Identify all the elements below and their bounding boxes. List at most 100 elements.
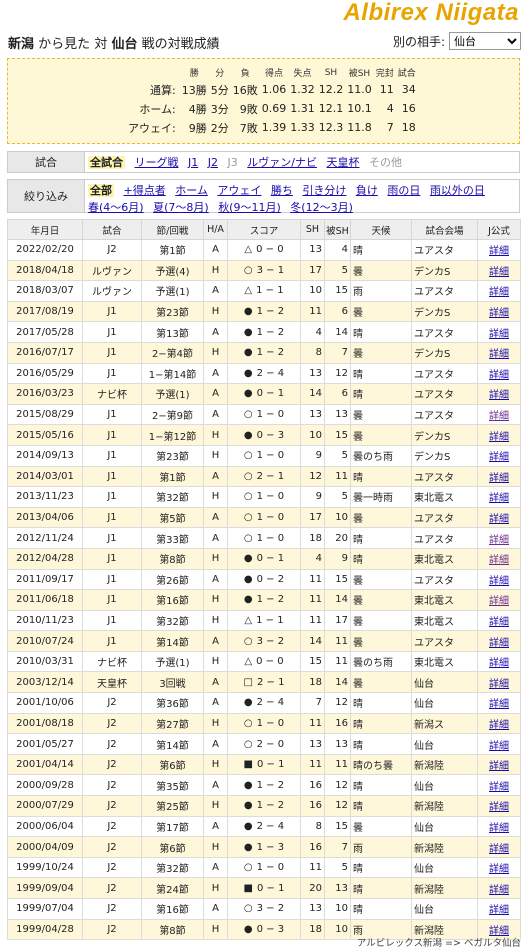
cell-date: 2013/11/23 [7, 486, 83, 508]
detail-link[interactable]: 詳細 [489, 617, 509, 628]
detail-link[interactable]: 詳細 [489, 576, 509, 587]
col-header-competition: 試合 [82, 219, 142, 240]
filter-levain-nabisco[interactable]: ルヴァン/ナビ [247, 156, 317, 169]
cell-venue: 東北電ス [411, 650, 478, 673]
narrow-filter-link[interactable]: 負け [356, 184, 378, 197]
cell-weather: 晴 [350, 774, 412, 797]
detail-link[interactable]: 詳細 [489, 679, 509, 690]
narrow-filter-link[interactable]: 冬(12〜3月) [290, 201, 353, 214]
detail-link[interactable]: 詳細 [489, 246, 509, 257]
narrow-filter-link[interactable]: 秋(9〜11月) [218, 201, 281, 214]
cell-competition: J2 [82, 918, 142, 941]
results-header-row: 年月日 試合 節/回戦 H/A スコア SH 被SH 天候 試合会場 J公式 [7, 219, 521, 240]
filter-all[interactable]: 全部 [88, 184, 114, 197]
cell-shots: 13 [300, 362, 325, 385]
narrow-filter-link[interactable]: 夏(7〜8月) [153, 201, 209, 214]
detail-link[interactable]: 詳細 [489, 844, 509, 855]
cell-weather: 曇 [350, 259, 412, 282]
filter-j1[interactable]: J1 [188, 156, 198, 169]
detail-link[interactable]: 詳細 [489, 658, 509, 669]
narrow-filter-link[interactable]: 雨の日 [387, 184, 420, 197]
detail-link[interactable]: 詳細 [489, 432, 509, 443]
narrow-filter-link[interactable]: 雨以外の日 [430, 184, 485, 197]
filter-all-games[interactable]: 全試合 [88, 156, 125, 169]
detail-link[interactable]: 詳細 [489, 535, 509, 546]
detail-link[interactable]: 詳細 [489, 370, 509, 381]
cell-home-away: H [203, 547, 228, 570]
cell-home-away: H [203, 795, 228, 817]
narrow-options: 全部 +得点者 ホーム アウェイ 勝ち 引き分け 負け 雨の日 雨以外の日 春(… [88, 182, 515, 216]
detail-link[interactable]: 詳細 [489, 349, 509, 360]
table-row: 2013/04/06 J1 第5節 A ○ 1 − 0 17 10 曇ユアスタ 詳細 [7, 506, 521, 529]
cell-home-away: A [203, 671, 228, 694]
cell-weather: 曇 [350, 424, 412, 446]
detail-link[interactable]: 詳細 [489, 411, 509, 422]
opponent-select[interactable]: 仙台 [449, 32, 521, 50]
narrow-filter-link[interactable]: ホーム [175, 184, 208, 197]
cell-home-away: H [203, 918, 228, 941]
cell-date: 2011/09/17 [7, 568, 83, 591]
detail-link[interactable]: 詳細 [489, 473, 509, 484]
cell-competition: J2 [82, 774, 142, 797]
cell-weather: 曇 [350, 403, 412, 426]
filter-j2[interactable]: J2 [208, 156, 218, 169]
detail-link[interactable]: 詳細 [489, 699, 509, 710]
detail-link[interactable]: 詳細 [489, 596, 509, 607]
narrow-filter-link[interactable]: 引き分け [302, 184, 346, 197]
cell-home-away: H [203, 444, 228, 467]
result-symbol: △ [244, 614, 253, 626]
summary-cell-cs: 4 [386, 102, 394, 115]
table-row: 2003/12/14 天皇杯 3回戦 A □ 2 − 1 18 14 曇仙台 詳細 [7, 671, 521, 694]
cell-score: ○ 2 − 1 [227, 465, 301, 488]
detail-link[interactable]: 詳細 [489, 329, 509, 340]
detail-link[interactable]: 詳細 [489, 287, 509, 298]
cell-shots: 8 [300, 341, 325, 364]
detail-link[interactable]: 詳細 [489, 885, 509, 896]
cell-competition: J1 [82, 527, 142, 549]
detail-link[interactable]: 詳細 [489, 720, 509, 731]
summary-header: 試合 [397, 69, 416, 79]
title-opponent: 仙台 [111, 37, 138, 52]
detail-link[interactable]: 詳細 [489, 267, 509, 278]
detail-link[interactable]: 詳細 [489, 493, 509, 504]
cell-weather: 晴 [350, 239, 412, 261]
summary-header: SH [324, 67, 338, 78]
detail-link[interactable]: 詳細 [489, 802, 509, 813]
filter-emperors-cup[interactable]: 天皇杯 [326, 156, 359, 169]
summary-cell-ga: 1.33 [290, 121, 315, 134]
cell-competition: J1 [82, 589, 142, 611]
filter-league[interactable]: リーグ戦 [135, 156, 179, 169]
detail-link[interactable]: 詳細 [489, 638, 509, 649]
cell-home-away: H [203, 259, 228, 282]
narrow-filter-link[interactable]: +得点者 [124, 184, 166, 197]
detail-link[interactable]: 詳細 [489, 741, 509, 752]
cell-shots: 11 [300, 589, 325, 611]
cell-shots-against: 5 [324, 259, 351, 282]
detail-link[interactable]: 詳細 [489, 390, 509, 401]
narrow-filter-link[interactable]: 春(4〜6月) [88, 201, 144, 214]
narrow-filter-link[interactable]: 勝ち [271, 184, 293, 197]
detail-link[interactable]: 詳細 [489, 452, 509, 463]
cell-shots-against: 12 [324, 692, 351, 714]
cell-shots: 11 [300, 856, 325, 879]
col-header-date: 年月日 [7, 219, 83, 240]
cell-official: 詳細 [477, 856, 521, 879]
table-row: 2000/04/09 J2 第6節 H ● 1 − 3 16 7 雨新潟陸 詳細 [7, 836, 521, 858]
detail-link[interactable]: 詳細 [489, 823, 509, 834]
narrow-filter-link[interactable]: アウェイ [217, 184, 261, 197]
cell-home-away: H [203, 486, 228, 508]
detail-link[interactable]: 詳細 [489, 555, 509, 566]
detail-link[interactable]: 詳細 [489, 308, 509, 319]
detail-link[interactable]: 詳細 [489, 761, 509, 772]
cell-round: 第23節 [141, 300, 204, 323]
detail-link[interactable]: 詳細 [489, 905, 509, 916]
detail-link[interactable]: 詳細 [489, 782, 509, 793]
detail-link[interactable]: 詳細 [489, 864, 509, 875]
detail-link[interactable]: 詳細 [489, 514, 509, 525]
summary-header: 被SH [348, 69, 371, 79]
cell-competition: J1 [82, 341, 142, 364]
result-symbol: ● [243, 820, 253, 832]
summary-header: 分 [215, 69, 225, 79]
summary-cell-osh: 11.8 [347, 121, 372, 134]
table-row: 2010/07/24 J1 第14節 A ○ 3 − 2 14 11 曇ユアスタ 詳細 [7, 630, 521, 652]
